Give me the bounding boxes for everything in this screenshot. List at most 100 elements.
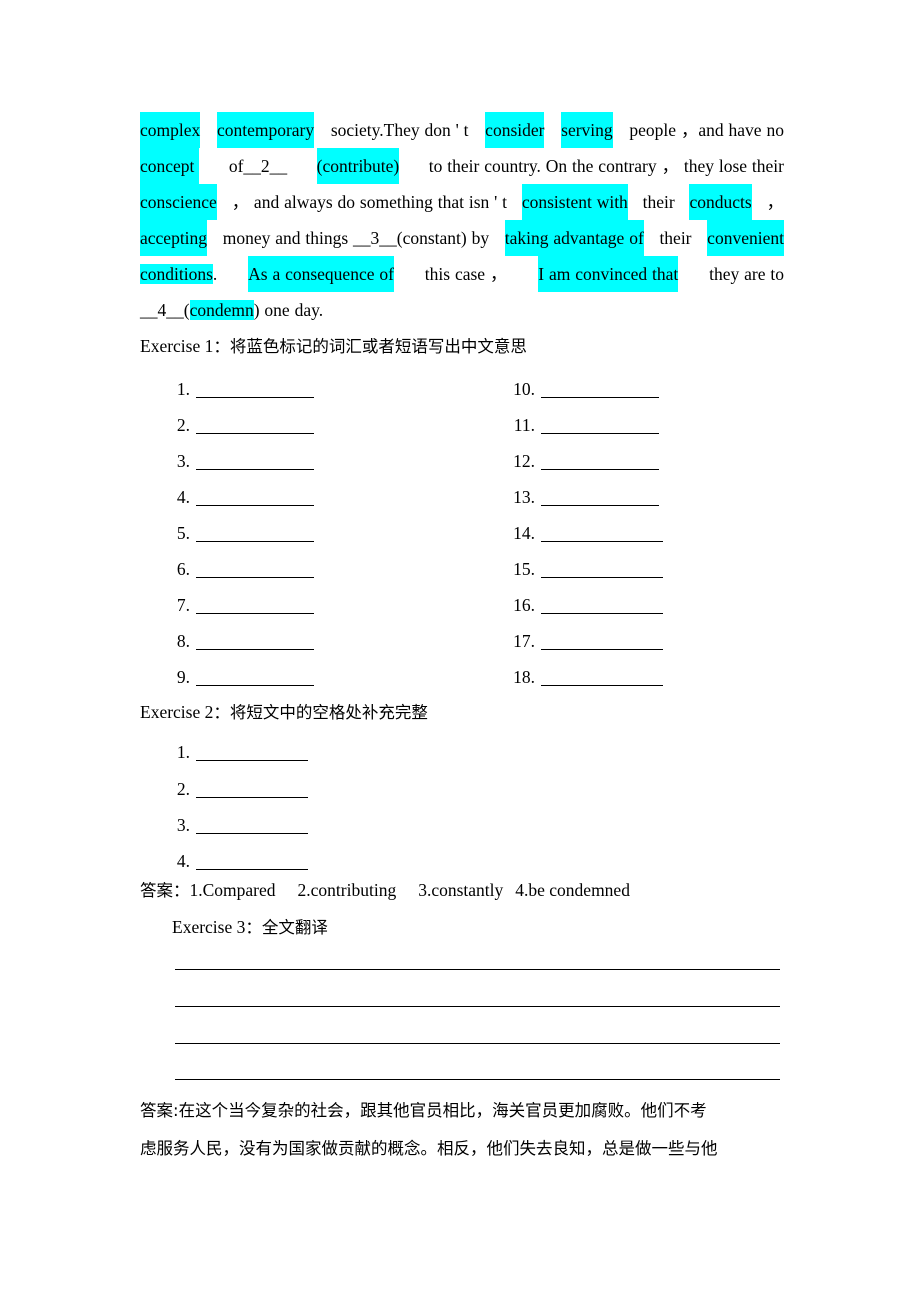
exercise-1-item-11: 11. [505,414,659,436]
translation-line-3[interactable] [175,1043,780,1044]
translation-line-4[interactable] [175,1079,780,1080]
passage-text-1a: society.They don ' t [330,120,469,140]
exercise-1-item-17: 17. [505,630,663,652]
item-number: 17. [513,631,535,651]
item-number: 11. [513,415,535,435]
answer-cn-body-1: 在这个当今复杂的社会，跟其他官员相比，海关官员更加腐败。他们不考 [178,1101,707,1120]
highlight-complex: complex [140,112,201,148]
passage-text-1b: people ，and have no [629,120,784,140]
exercise-2-item-1: 1. [168,741,308,763]
exercise-2-label: Exercise 2 [140,702,214,722]
answer-cn-line-1: 答案:在这个当今复杂的社会，跟其他官员相比，海关官员更加腐败。他们不考 [140,1092,800,1130]
answer-blank-line[interactable] [541,433,659,434]
passage-text-3b: their [642,192,675,212]
passage-line-4: accepting money and things __3__(constan… [140,220,784,256]
exercise-2-item-2: 2. [168,778,308,800]
exercise-1-item-5: 5. [168,522,314,544]
exercise-1-heading: Exercise 1：将蓝色标记的词汇或者短语写出中文意思 [140,334,527,359]
highlight-contribute: (contribute) [316,148,400,184]
translation-line-1[interactable] [175,969,780,970]
exercise-1-item-2: 2. [168,414,314,436]
exercise-1-item-4: 4. [168,486,314,508]
exercise-1-item-16: 16. [505,594,663,616]
answer-blank-line[interactable] [541,577,663,578]
passage-line-6: __4__(condemn) one day. [140,292,784,328]
answer-blank-line[interactable] [196,760,308,761]
answer-blank-line[interactable] [541,649,663,650]
passage-text-4a: money and things __3__(constant) by [222,228,490,248]
passage-period-5: . [212,264,218,284]
item-number: 16. [513,595,535,615]
answer-blank-line[interactable] [196,613,314,614]
answer-label: 答案： [140,881,190,900]
exercise-1-item-14: 14. [505,522,663,544]
exercise-1-item-13: 13. [505,486,659,508]
exercise-1-item-7: 7. [168,594,314,616]
exercise-3-label: Exercise 3 [172,917,246,937]
passage-line-5: conditions. As a consequence of this cas… [140,256,784,292]
exercise-1-item-6: 6. [168,558,314,580]
answer-blank-line[interactable] [196,433,314,434]
highlight-as-a-consequence-of: As a consequence of [248,256,394,292]
passage-text-4b: their [659,228,692,248]
answer-blank-line[interactable] [541,469,659,470]
highlight-consistent-with: consistent with [521,184,628,220]
item-number: 4. [176,851,190,871]
answer-blank-line[interactable] [541,397,659,398]
passage-text-5a: conditions. [140,256,217,292]
passage-text-5b: this case ， [424,264,508,284]
highlight-concept: concept [140,148,200,184]
answer-blank-line[interactable] [541,613,663,614]
answer-blank-line[interactable] [196,797,308,798]
answer-blank-line[interactable] [196,869,308,870]
item-number: 4. [176,487,190,507]
passage-text-6a: ) one day. [253,300,324,320]
item-number: 8. [176,631,190,651]
exercise-3-separator: ： [245,918,262,937]
item-number: 7. [176,595,190,615]
answer-label: 答案: [140,1101,179,1120]
translation-line-2[interactable] [175,1006,780,1007]
highlight-consider: consider [485,112,545,148]
item-number: 1. [176,379,190,399]
exercise-3-answer-text: 答案:在这个当今复杂的社会，跟其他官员相比，海关官员更加腐败。他们不考 虑服务人… [140,1092,800,1168]
highlight-conscience: conscience [140,184,217,220]
exercise-2-separator: ： [213,703,230,722]
exercise-1-instruction: 将蓝色标记的词汇或者短语写出中文意思 [229,337,527,356]
answer-blank-line[interactable] [196,397,314,398]
answer-item-4: 4.be condemned [515,880,630,900]
answer-blank-line[interactable] [196,577,314,578]
exercise-2-instruction: 将短文中的空格处补充完整 [229,703,428,722]
highlight-accepting: accepting [140,220,208,256]
highlight-contemporary: contemporary [216,112,315,148]
exercise-1-item-15: 15. [505,558,663,580]
exercise-1-item-9: 9. [168,666,314,688]
item-number: 10. [513,379,535,399]
exercise-2-answer-row: 答案：1.Compared 2.contributing 3.constantly 4… [140,878,630,903]
exercise-1-item-3: 3. [168,450,314,472]
answer-blank-line[interactable] [196,469,314,470]
passage-text-3a: ， and always do something that isn ' t [231,192,508,212]
passage-text: complex contemporary society.They don ' … [140,112,784,328]
answer-blank-line[interactable] [541,505,659,506]
blank-2-marker: of__2__ [228,156,288,176]
answer-blank-line[interactable] [196,541,314,542]
passage-line-3: conscience ， and always do something tha… [140,184,784,220]
answer-blank-line[interactable] [541,685,663,686]
answer-item-3: 3.constantly [418,880,504,900]
answer-blank-line[interactable] [541,541,663,542]
item-number: 15. [513,559,535,579]
answer-blank-line[interactable] [196,505,314,506]
item-number: 2. [176,415,190,435]
item-number: 12. [513,451,535,471]
item-number: 14. [513,523,535,543]
answer-blank-line[interactable] [196,833,308,834]
exercise-1-item-12: 12. [505,450,659,472]
highlight-i-am-convinced-that: I am convinced that [538,256,679,292]
item-number: 13. [513,487,535,507]
highlight-conducts: conducts [689,184,752,220]
item-number: 5. [176,523,190,543]
answer-blank-line[interactable] [196,685,314,686]
worksheet-page: complex contemporary society.They don ' … [0,0,920,1302]
answer-blank-line[interactable] [196,649,314,650]
